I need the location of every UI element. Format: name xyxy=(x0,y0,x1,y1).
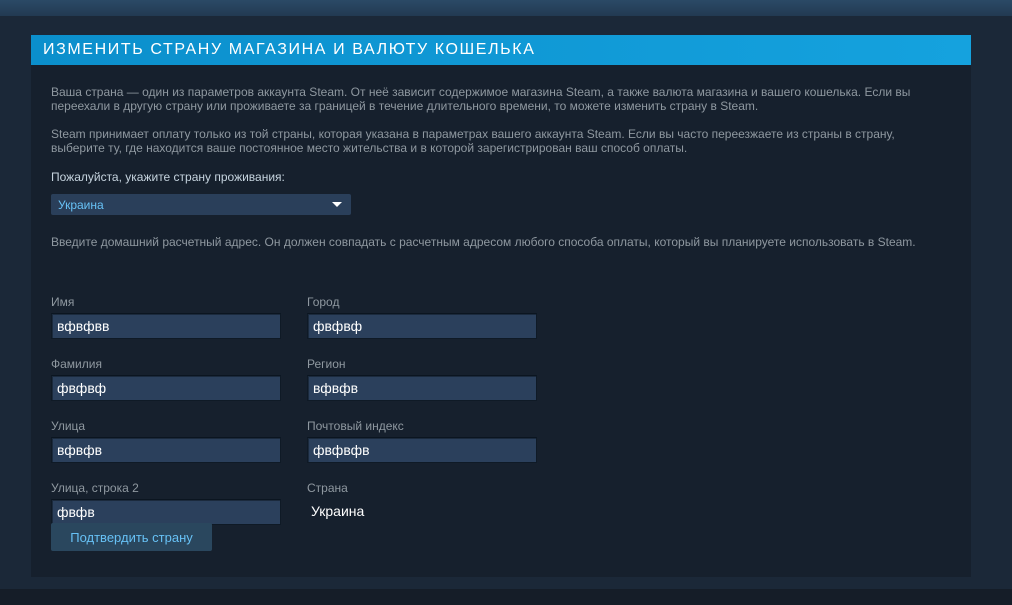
change-country-panel: Изменить страну магазина и валюту кошель… xyxy=(31,35,971,577)
street2-field[interactable] xyxy=(51,499,281,525)
city-field[interactable] xyxy=(307,313,537,339)
page-bottom-strip xyxy=(0,589,1012,605)
first-name-label: Имя xyxy=(51,295,75,309)
postal-code-field[interactable] xyxy=(307,437,537,463)
city-label: Город xyxy=(307,295,340,309)
payment-paragraph: Steam принимает оплату только из той стр… xyxy=(51,127,895,155)
chevron-down-icon xyxy=(332,202,342,207)
confirm-country-button[interactable]: Подтвердить страну xyxy=(51,523,212,551)
street-label: Улица xyxy=(51,419,86,433)
street-field[interactable] xyxy=(51,437,281,463)
address-note: Введите домашний расчетный адрес. Он дол… xyxy=(51,235,916,249)
last-name-label: Фамилия xyxy=(51,357,102,371)
country-select-value: Украина xyxy=(58,197,104,212)
page-title: Изменить страну магазина и валюту кошель… xyxy=(43,41,536,58)
country-prompt: Пожалуйста, укажите страну проживания: xyxy=(51,170,285,184)
first-name-field[interactable] xyxy=(51,313,281,339)
country-value: Украина xyxy=(311,503,365,519)
country-label: Страна xyxy=(307,481,348,495)
intro-paragraph: Ваша страна — один из параметров аккаунт… xyxy=(51,85,911,113)
page-top-strip xyxy=(0,0,1012,16)
region-field[interactable] xyxy=(307,375,537,401)
country-select[interactable]: Украина xyxy=(51,194,351,215)
last-name-field[interactable] xyxy=(51,375,281,401)
postal-code-label: Почтовый индекс xyxy=(307,419,404,433)
region-label: Регион xyxy=(307,357,346,371)
street2-label: Улица, строка 2 xyxy=(51,481,139,495)
panel-header: Изменить страну магазина и валюту кошель… xyxy=(31,35,971,65)
